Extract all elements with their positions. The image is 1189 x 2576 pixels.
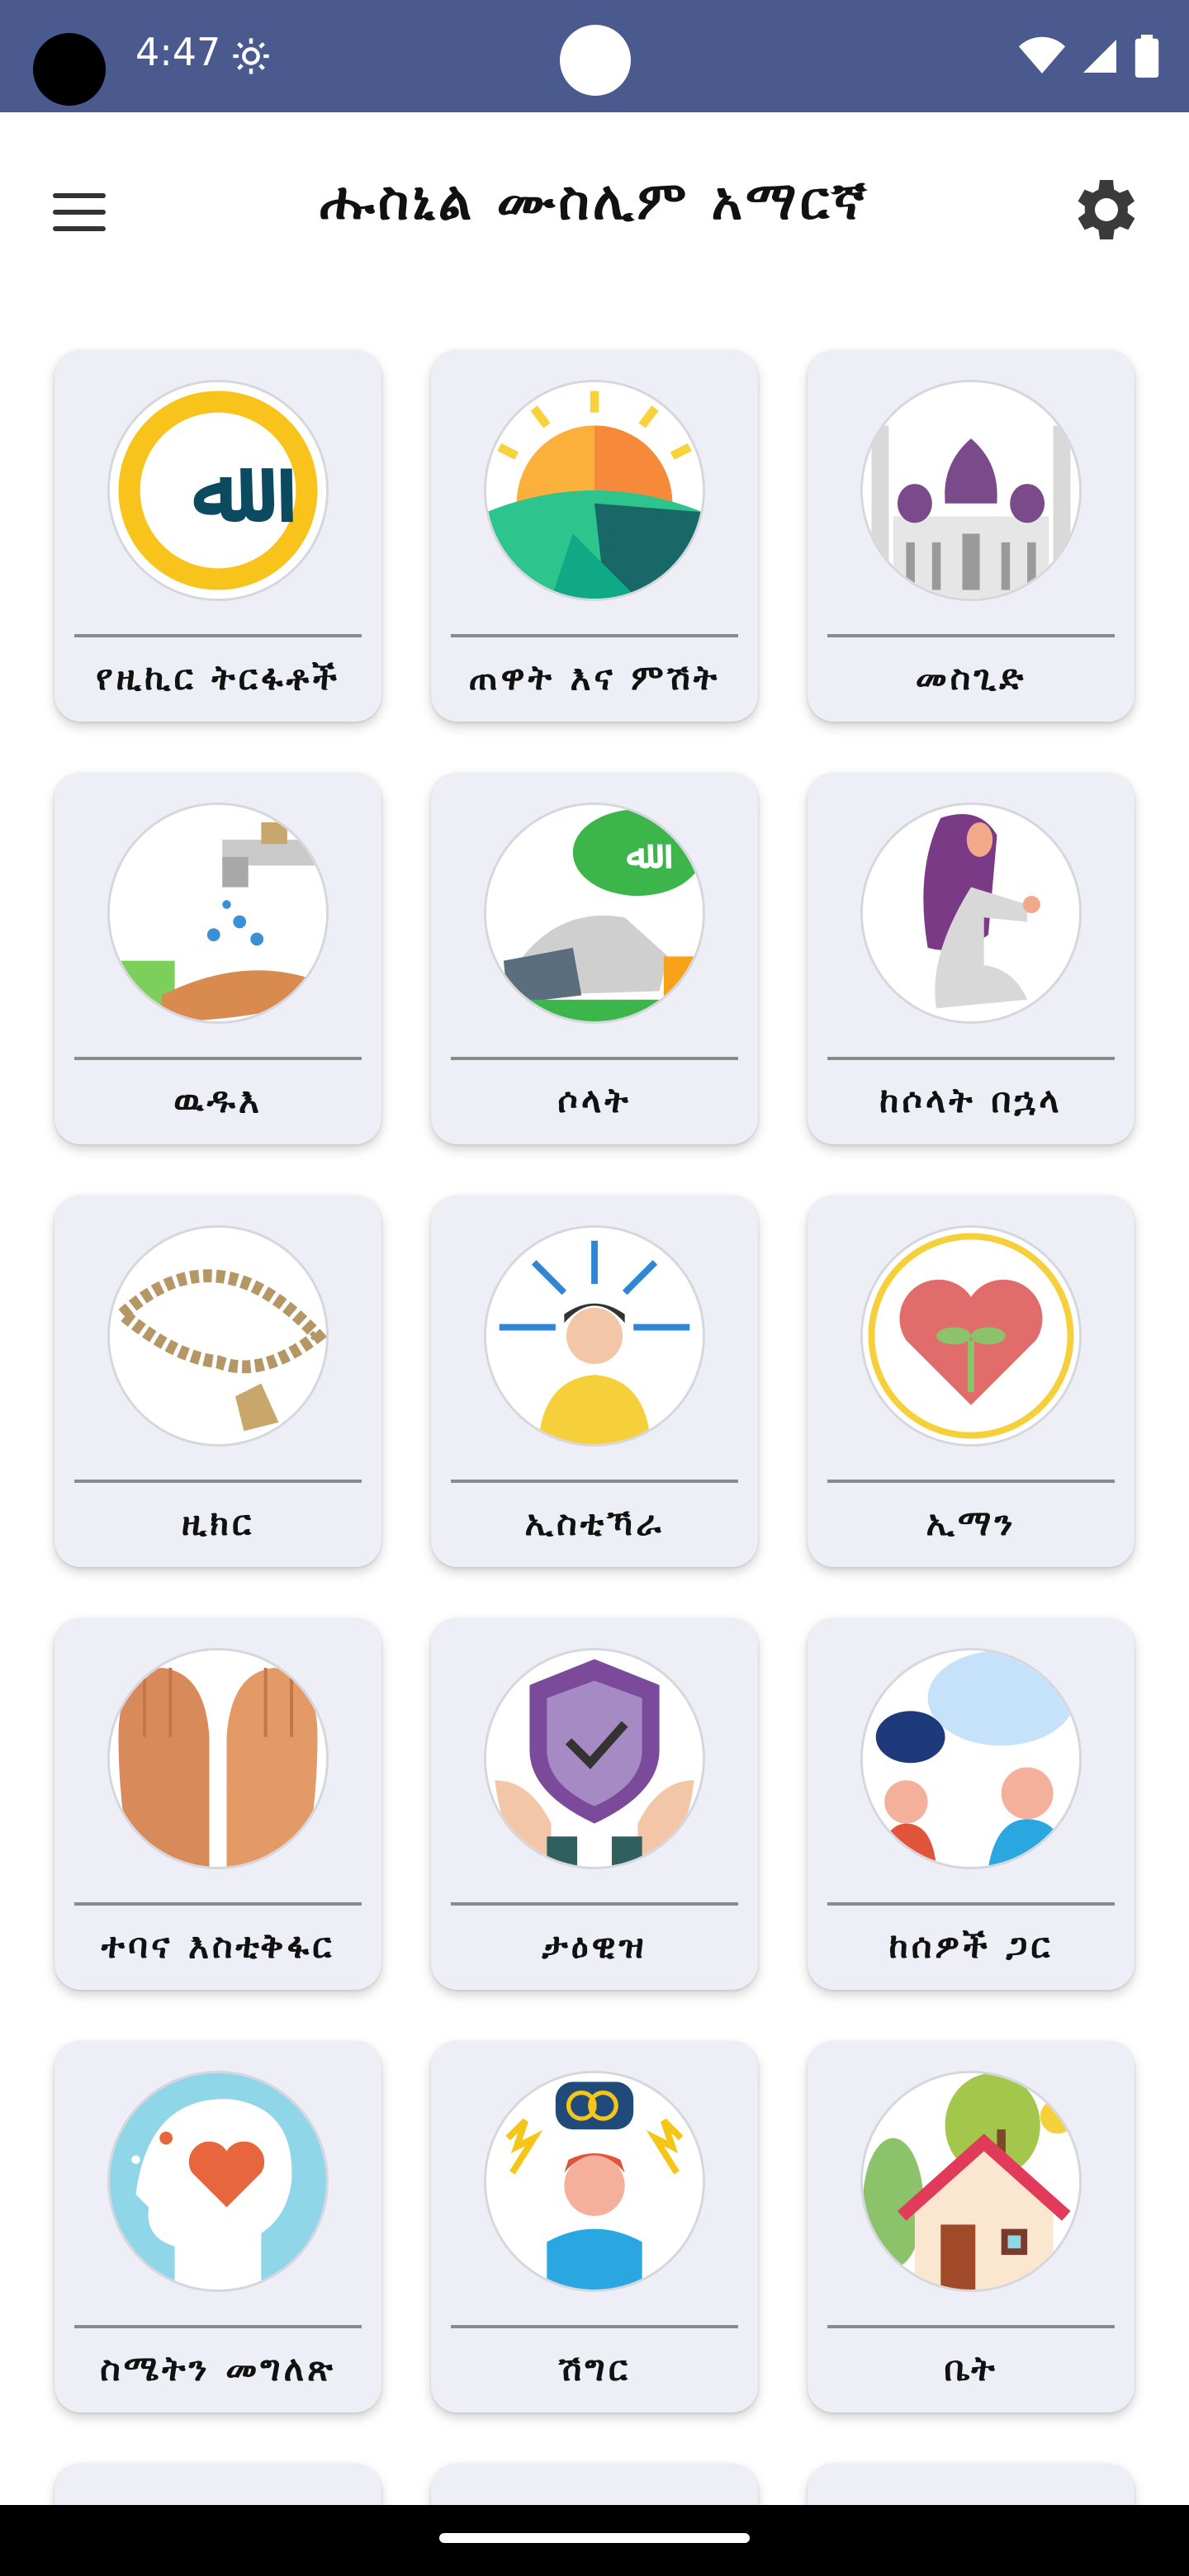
battery-icon — [1135, 35, 1159, 78]
card-label: ሽግር — [558, 2348, 631, 2389]
card-label: የዚኪር ትርፋቶች — [96, 657, 340, 698]
heart-sprout-icon — [860, 1225, 1082, 1447]
prostration-icon: ﷲ — [484, 803, 705, 1024]
category-card-with-people[interactable]: ከሰዎች ጋር — [808, 1618, 1135, 1990]
mosque-icon — [860, 380, 1082, 601]
app-title: ሑስኒል ሙስሊም አማርኛ — [320, 170, 869, 232]
category-card-iman[interactable]: ኢማን — [808, 1196, 1135, 1567]
stressed-person-icon — [484, 2071, 705, 2292]
card-divider — [74, 1902, 362, 1906]
card-divider — [827, 1480, 1115, 1483]
category-card-zikr-virtues[interactable]: ﷲ የዚኪር ትርፋቶች — [54, 350, 381, 722]
category-card-istikhara[interactable]: ኢስቲኻራ — [431, 1196, 758, 1567]
card-divider — [74, 2325, 362, 2328]
status-time: 4:47 — [135, 30, 221, 74]
card-label: ሶላት — [557, 1080, 632, 1120]
praying-woman-icon — [860, 803, 1082, 1024]
category-card-dhikr[interactable]: ዚክር — [54, 1196, 381, 1567]
category-card-home[interactable]: ቤት — [808, 2041, 1135, 2413]
card-divider — [74, 1480, 362, 1483]
category-card-expressing-feelings[interactable]: ስሜትን መግለጽ — [54, 2041, 381, 2413]
card-label: ስሜትን መግለጽ — [100, 2348, 336, 2389]
camera-cutout — [33, 33, 106, 106]
category-card-repentance[interactable]: ተባና እስቲቅፋር — [54, 1618, 381, 1990]
house-icon — [860, 2071, 1082, 2292]
card-divider — [74, 1057, 362, 1060]
card-label: ኢማን — [926, 1503, 1016, 1543]
card-label: ከሰዎች ጋር — [888, 1925, 1054, 1966]
card-divider — [827, 2325, 1115, 2328]
card-divider — [827, 634, 1115, 637]
front-sensor — [560, 25, 631, 96]
category-card-distress[interactable]: ሽግር — [431, 2041, 758, 2413]
card-label: ዉዱእ — [173, 1080, 263, 1120]
card-label: ዚክር — [181, 1503, 255, 1543]
card-divider — [451, 634, 738, 637]
card-divider — [451, 2325, 738, 2328]
hamburger-menu-icon[interactable] — [46, 178, 116, 248]
system-icons — [1019, 33, 1159, 79]
ablution-tap-icon — [107, 803, 329, 1024]
card-label: ታዕዊዝ — [542, 1925, 647, 1966]
settings-gear-icon — [233, 38, 269, 74]
category-card-protection[interactable]: ታዕዊዝ — [431, 1618, 758, 1990]
category-card-prayer[interactable]: ﷲ ሶላት — [431, 773, 758, 1144]
card-divider — [451, 1902, 738, 1906]
status-bar: 4:47 — [0, 0, 1189, 112]
prayer-beads-icon — [107, 1225, 329, 1447]
seeking-guidance-icon — [484, 1225, 705, 1447]
category-grid: ﷲ የዚኪር ትርፋቶች ጠዋት እና ምሽት መስጊድ ዉዱእ ﷲ ሶላት ከ… — [54, 350, 1136, 2513]
category-card-mosque[interactable]: መስጊድ — [808, 350, 1135, 722]
category-card-ablution[interactable]: ዉዱእ — [54, 773, 381, 1144]
card-label: ቤት — [944, 2348, 998, 2389]
card-divider — [827, 1902, 1115, 1906]
category-card-morning-evening[interactable]: ጠዋት እና ምሽት — [431, 350, 758, 722]
card-divider — [827, 1057, 1115, 1060]
sunrise-icon — [484, 380, 705, 601]
card-divider — [451, 1057, 738, 1060]
card-divider — [451, 1480, 738, 1483]
card-divider — [74, 634, 362, 637]
system-navigation-bar — [0, 2505, 1189, 2576]
card-label: ተባና እስቲቅፋር — [101, 1925, 335, 1966]
card-label: ኢስቲኻራ — [524, 1503, 665, 1543]
card-label: ጠዋት እና ምሽት — [468, 657, 721, 698]
protection-shield-icon — [484, 1648, 705, 1869]
home-gesture-handle[interactable] — [439, 2533, 750, 2543]
signal-icon — [1083, 40, 1116, 73]
wifi-icon — [1019, 36, 1065, 73]
allah-calligraphy-icon: ﷲ — [107, 380, 329, 601]
raised-hands-icon — [107, 1648, 329, 1869]
app-bar: ሑስኒል ሙስሊም አማርኛ — [0, 112, 1189, 297]
head-heart-icon — [107, 2071, 329, 2292]
card-label: መስጊድ — [915, 657, 1027, 698]
people-talking-icon — [860, 1648, 1082, 1869]
category-card-after-prayer[interactable]: ከሶላት በኋላ — [808, 773, 1135, 1144]
gear-icon[interactable] — [1063, 170, 1143, 249]
card-label: ከሶላት በኋላ — [879, 1080, 1063, 1120]
